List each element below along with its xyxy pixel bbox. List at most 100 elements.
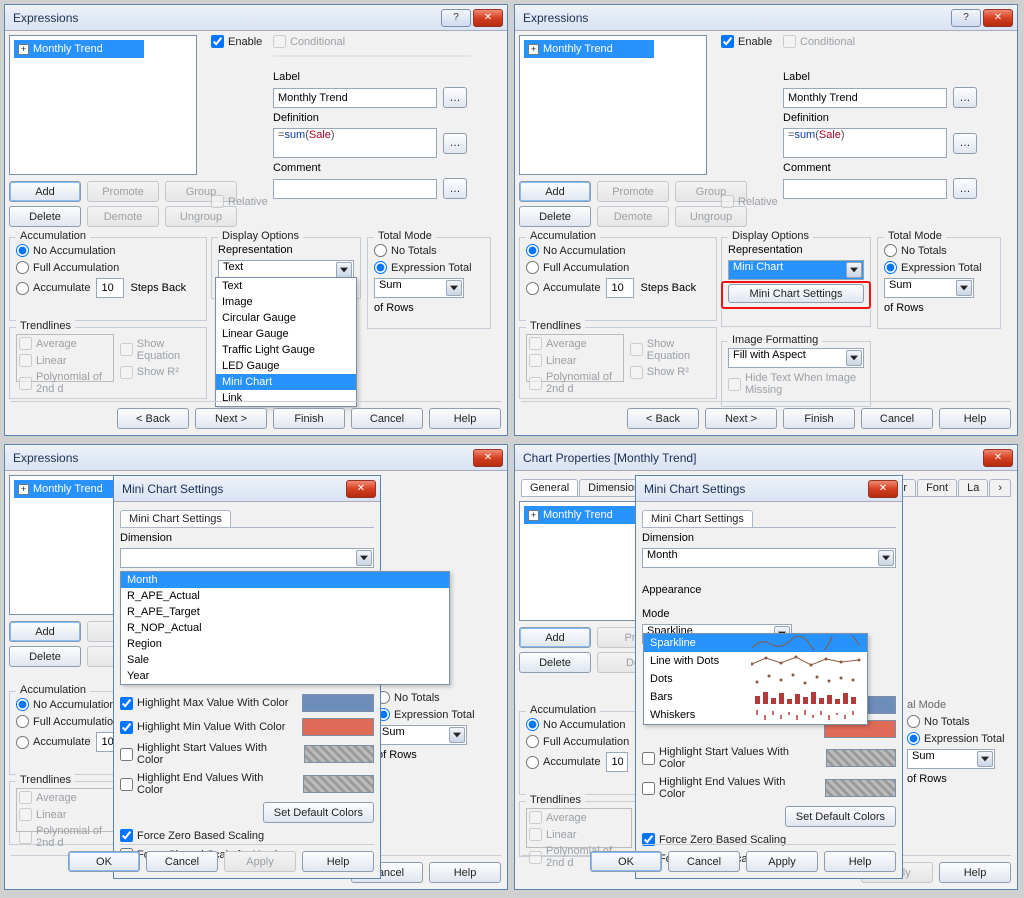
finish-button[interactable]: Finish <box>273 408 345 429</box>
apply-button[interactable]: Apply <box>224 851 296 872</box>
cancel-button[interactable]: Cancel <box>668 851 740 872</box>
cancel-button[interactable]: Cancel <box>351 408 423 429</box>
no-totals-radio[interactable]: No Totals <box>374 244 484 257</box>
rep-opt-mini-chart[interactable]: Mini Chart <box>216 374 356 390</box>
help-icon[interactable]: ? <box>441 9 471 27</box>
rep-opt-text[interactable]: Text <box>216 278 356 294</box>
hl-end-checkbox[interactable]: Highlight End Values With Color <box>642 776 813 800</box>
rep-opt-led-gauge[interactable]: LED Gauge <box>216 358 356 374</box>
dimension-select[interactable] <box>120 548 374 568</box>
add-button[interactable]: Add <box>519 181 591 202</box>
enable-checkbox[interactable]: Enable <box>211 35 262 48</box>
image-format-select[interactable]: Fill with Aspect <box>728 348 864 368</box>
finish-button[interactable]: Finish <box>783 408 855 429</box>
definition-input[interactable]: =sum(Sale) <box>273 128 437 158</box>
color-swatch-start[interactable] <box>826 749 896 767</box>
rep-opt-linear-gauge[interactable]: Linear Gauge <box>216 326 356 342</box>
dim-opt-year[interactable]: Year <box>121 668 449 684</box>
help-button[interactable]: Help <box>939 408 1011 429</box>
help-button[interactable]: Help <box>429 408 501 429</box>
rep-opt-traffic-light-gauge[interactable]: Traffic Light Gauge <box>216 342 356 358</box>
hl-start-checkbox[interactable]: Highlight Start Values With Color <box>120 742 292 766</box>
color-swatch-min[interactable] <box>302 718 374 736</box>
close-icon[interactable]: ✕ <box>346 480 376 498</box>
acc-n-radio[interactable]: Accumulate <box>16 282 90 295</box>
delete-button[interactable]: Delete <box>9 206 81 227</box>
color-swatch-max[interactable] <box>302 694 374 712</box>
help-button[interactable]: Help <box>429 862 501 883</box>
steps-back-input[interactable] <box>96 278 124 298</box>
rep-opt-image[interactable]: Image <box>216 294 356 310</box>
hl-start-checkbox[interactable]: Highlight Start Values With Color <box>642 746 814 770</box>
set-default-colors-button[interactable]: Set Default Colors <box>263 802 374 823</box>
relative-checkbox[interactable]: Relative <box>211 195 268 208</box>
comment-more-button[interactable]: … <box>443 178 467 199</box>
tab-general[interactable]: General <box>521 479 578 496</box>
acc-full-radio[interactable]: Full Accumulation <box>16 261 200 274</box>
add-button[interactable]: Add <box>519 627 591 648</box>
tab-la[interactable]: La <box>958 479 988 496</box>
set-default-colors-button[interactable]: Set Default Colors <box>785 806 896 827</box>
label-more-button[interactable]: … <box>953 87 977 108</box>
definition-more-button[interactable]: … <box>953 133 977 154</box>
help-icon[interactable]: ? <box>951 9 981 27</box>
help-button[interactable]: Help <box>939 862 1011 883</box>
apply-button[interactable]: Apply <box>746 851 818 872</box>
ungroup-button[interactable]: Ungroup <box>675 206 747 227</box>
delete-button[interactable]: Delete <box>519 206 591 227</box>
ok-button[interactable]: OK <box>590 851 662 872</box>
dim-opt-region[interactable]: Region <box>121 636 449 652</box>
mode-opt-sparkline[interactable]: Sparkline <box>644 634 867 652</box>
mode-opt-line-dots[interactable]: Line with Dots <box>644 652 867 670</box>
close-icon[interactable]: ✕ <box>983 449 1013 467</box>
dim-opt-rnop-actual[interactable]: R_NOP_Actual <box>121 620 449 636</box>
expression-tree[interactable]: + Monthly Trend <box>9 35 197 175</box>
color-swatch-end[interactable] <box>825 779 896 797</box>
cancel-button[interactable]: Cancel <box>861 408 933 429</box>
next-button[interactable]: Next > <box>195 408 267 429</box>
tree-item-monthly-trend[interactable]: + Monthly Trend <box>524 40 654 58</box>
delete-button[interactable]: Delete <box>9 646 81 667</box>
tree-item-monthly-trend[interactable]: + Monthly Trend <box>14 40 144 58</box>
force-zero-checkbox[interactable]: Force Zero Based Scaling <box>120 829 374 842</box>
promote-button[interactable]: Promote <box>597 181 669 202</box>
expression-total-radio[interactable]: Expression Total <box>374 261 484 274</box>
representation-select[interactable]: Mini Chart <box>728 260 864 280</box>
hl-max-checkbox[interactable]: Highlight Max Value With Color <box>120 697 288 710</box>
add-button[interactable]: Add <box>9 621 81 642</box>
help-button[interactable]: Help <box>302 851 374 872</box>
total-fn-select[interactable]: Sum <box>374 278 464 298</box>
comment-input[interactable] <box>783 179 947 199</box>
add-button[interactable]: Add <box>9 181 81 202</box>
back-button[interactable]: < Back <box>117 408 189 429</box>
rep-opt-circular-gauge[interactable]: Circular Gauge <box>216 310 356 326</box>
close-icon[interactable]: ✕ <box>868 480 898 498</box>
enable-checkbox[interactable]: Enable <box>721 35 772 48</box>
dim-opt-month[interactable]: Month <box>121 572 449 588</box>
ungroup-button[interactable]: Ungroup <box>165 206 237 227</box>
expand-icon[interactable]: + <box>18 484 29 495</box>
expand-icon[interactable]: + <box>528 510 539 521</box>
hide-text-checkbox[interactable]: Hide Text When Image Missing <box>728 372 864 396</box>
demote-button[interactable]: Demote <box>87 206 159 227</box>
tabs-scroll-right[interactable]: › <box>989 479 1011 496</box>
relative-checkbox[interactable]: Relative <box>721 195 778 208</box>
demote-button[interactable]: Demote <box>597 206 669 227</box>
total-fn-select[interactable]: Sum <box>884 278 974 298</box>
close-icon[interactable]: ✕ <box>983 9 1013 27</box>
close-icon[interactable]: ✕ <box>473 9 503 27</box>
cancel-button[interactable]: Cancel <box>146 851 218 872</box>
conditional-checkbox[interactable]: Conditional <box>783 35 855 48</box>
label-input[interactable] <box>273 88 437 108</box>
representation-dropdown[interactable]: Text Image Circular Gauge Linear Gauge T… <box>215 277 357 407</box>
delete-button[interactable]: Delete <box>519 652 591 673</box>
label-more-button[interactable]: … <box>443 87 467 108</box>
comment-input[interactable] <box>273 179 437 199</box>
definition-more-button[interactable]: … <box>443 133 467 154</box>
hl-min-checkbox[interactable]: Highlight Min Value With Color <box>120 721 285 734</box>
definition-input[interactable]: =sum(Sale) <box>783 128 947 158</box>
label-input[interactable] <box>783 88 947 108</box>
tab-font[interactable]: Font <box>917 479 957 496</box>
dim-opt-rape-target[interactable]: R_APE_Target <box>121 604 449 620</box>
dimension-dropdown[interactable]: Month R_APE_Actual R_APE_Target R_NOP_Ac… <box>120 571 450 685</box>
